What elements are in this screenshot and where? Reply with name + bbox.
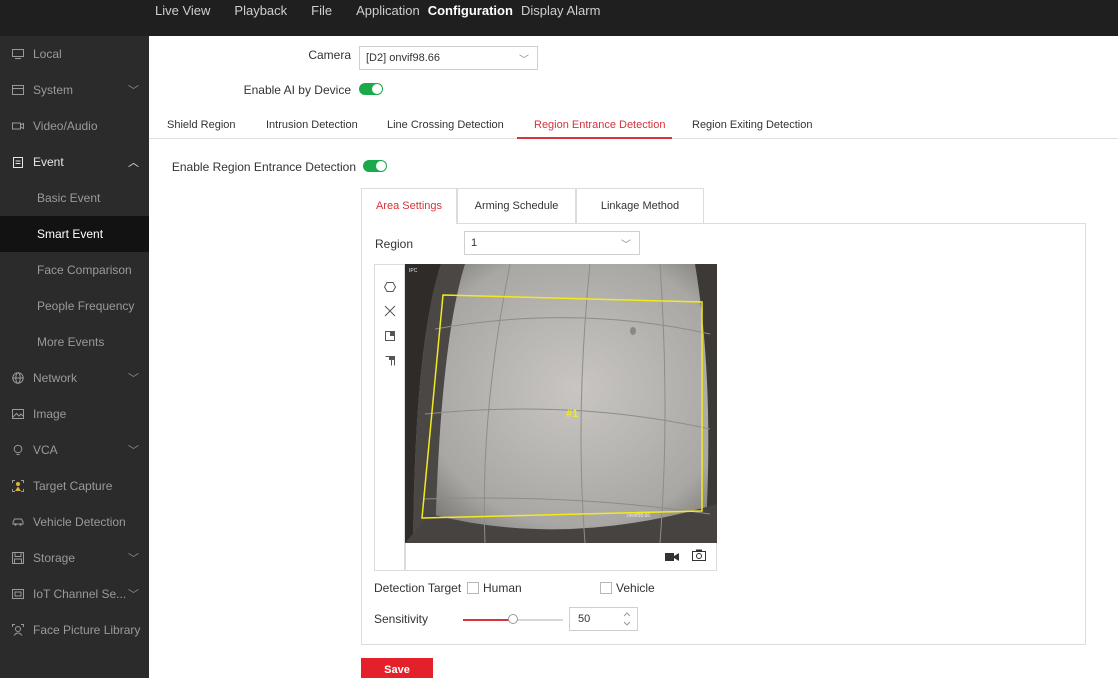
video-controls — [405, 543, 717, 571]
main-content: Camera [D2] onvif98.66 ﹀ Enable AI by De… — [149, 36, 1118, 678]
nav-display-alarm[interactable]: Display Alarm — [521, 0, 600, 18]
nav-live-view[interactable]: Live View — [155, 0, 210, 18]
target-capture-icon — [12, 480, 24, 492]
tab-line-crossing-detection[interactable]: Line Crossing Detection — [387, 119, 504, 131]
sidebar-item-system[interactable]: System ﹀ — [0, 72, 149, 108]
sidebar-item-basic-event[interactable]: Basic Event — [0, 180, 149, 216]
chevron-down-icon: ﹀ — [128, 373, 139, 385]
human-label: Human — [483, 581, 522, 595]
max-size-icon[interactable] — [380, 326, 400, 346]
chevron-down-icon: ﹀ — [128, 445, 139, 457]
camera-label: Camera — [308, 48, 351, 62]
sidebar-item-event[interactable]: Event ︿ — [0, 144, 149, 180]
sidebar-item-vehicle-detection[interactable]: Vehicle Detection — [0, 504, 149, 540]
drawing-toolbox — [374, 264, 405, 571]
enable-ai-toggle[interactable] — [359, 83, 383, 95]
vehicle-checkbox[interactable] — [600, 582, 612, 594]
server-icon — [12, 84, 24, 96]
sidebar: Local System ﹀ Video/Audio Event ︿ Basic… — [0, 36, 149, 678]
sidebar-item-people-frequency[interactable]: People Frequency — [0, 288, 149, 324]
camera-select[interactable]: [D2] onvif98.66 ﹀ — [359, 46, 538, 70]
sidebar-item-local[interactable]: Local — [0, 36, 149, 72]
lightbulb-icon — [12, 444, 24, 456]
save-button[interactable]: Save — [361, 658, 433, 678]
osd-text-bottom: onvif98.66 — [627, 513, 651, 519]
record-icon[interactable] — [665, 551, 679, 565]
nav-file[interactable]: File — [311, 0, 332, 18]
enable-ai-label: Enable AI by Device — [243, 83, 351, 97]
nav-playback[interactable]: Playback — [234, 0, 287, 18]
sidebar-item-image[interactable]: Image — [0, 396, 149, 432]
camera-snapshot-icon[interactable] — [692, 549, 706, 564]
tab-linkage-method[interactable]: Linkage Method — [576, 188, 704, 223]
sidebar-item-storage[interactable]: Storage ﹀ — [0, 540, 149, 576]
sidebar-item-network[interactable]: Network ﹀ — [0, 360, 149, 396]
detection-tabs: Shield Region Intrusion Detection Line C… — [149, 111, 1118, 139]
sidebar-item-smart-event[interactable]: Smart Event — [0, 216, 149, 252]
region-select-value: 1 — [471, 237, 478, 249]
chevron-down-icon: ﹀ — [128, 553, 139, 565]
region-label: Region — [375, 237, 414, 251]
globe-icon — [12, 372, 24, 384]
nav-application[interactable]: Application — [356, 0, 420, 18]
tab-arming-schedule[interactable]: Arming Schedule — [457, 188, 576, 223]
chevron-up-icon: ︿ — [128, 157, 139, 169]
chevron-down-icon: ﹀ — [519, 55, 529, 66]
car-icon — [12, 516, 24, 528]
sensitivity-slider[interactable] — [463, 614, 563, 626]
sensitivity-label: Sensitivity — [374, 612, 429, 626]
camera-live-view[interactable]: #1 IPC onvif98.66 — [405, 264, 717, 543]
roi-label: #1 — [566, 408, 579, 420]
tab-intrusion-detection[interactable]: Intrusion Detection — [266, 119, 358, 131]
video-audio-icon — [12, 120, 24, 132]
slider-thumb[interactable] — [508, 614, 518, 624]
sensitivity-value: 50 — [578, 613, 591, 625]
osd-text-top: IPC — [409, 268, 418, 274]
vehicle-label: Vehicle — [616, 581, 655, 595]
chevron-down-icon: ﹀ — [128, 589, 139, 601]
spinner-arrows-icon[interactable] — [622, 610, 632, 628]
chevron-down-icon: ﹀ — [621, 240, 631, 251]
slider-fill — [463, 619, 513, 621]
sidebar-item-vca[interactable]: VCA ﹀ — [0, 432, 149, 468]
region-select[interactable]: 1 ﹀ — [464, 231, 640, 255]
top-nav-menu: Live View Playback File Application Conf… — [155, 0, 624, 36]
clipboard-icon — [12, 156, 24, 168]
tab-region-entrance-detection[interactable]: Region Entrance Detection — [534, 119, 665, 131]
enable-region-label: Enable Region Entrance Detection — [171, 160, 356, 174]
sidebar-item-face-picture-library[interactable]: Face Picture Library — [0, 612, 149, 648]
sidebar-item-iot-channel[interactable]: IoT Channel Se... ﹀ — [0, 576, 149, 612]
tab-area-settings[interactable]: Area Settings — [361, 188, 457, 223]
sensitivity-input[interactable]: 50 — [569, 607, 638, 631]
chevron-down-icon: ﹀ — [128, 85, 139, 97]
iot-icon — [12, 588, 24, 600]
monitor-icon — [12, 48, 24, 60]
top-navigation-bar: Live View Playback File Application Conf… — [0, 0, 1118, 36]
min-size-icon[interactable] — [380, 351, 400, 371]
tab-shield-region[interactable]: Shield Region — [167, 119, 236, 131]
sidebar-item-more-events[interactable]: More Events — [0, 324, 149, 360]
image-icon — [12, 408, 24, 420]
sidebar-item-video-audio[interactable]: Video/Audio — [0, 108, 149, 144]
tab-region-exiting-detection[interactable]: Region Exiting Detection — [692, 119, 812, 131]
human-checkbox[interactable] — [467, 582, 479, 594]
detection-target-label: Detection Target — [374, 581, 462, 595]
camera-select-value: [D2] onvif98.66 — [366, 52, 440, 64]
nav-configuration[interactable]: Configuration — [428, 0, 513, 18]
storage-icon — [12, 552, 24, 564]
enable-region-toggle[interactable] — [363, 160, 387, 172]
clear-icon[interactable] — [380, 301, 400, 321]
sidebar-item-face-comparison[interactable]: Face Comparison — [0, 252, 149, 288]
polygon-draw-icon[interactable] — [380, 277, 400, 297]
active-subtab-gap — [362, 222, 456, 224]
sidebar-item-target-capture[interactable]: Target Capture — [0, 468, 149, 504]
face-library-icon — [12, 624, 24, 636]
active-tab-indicator — [517, 137, 672, 139]
